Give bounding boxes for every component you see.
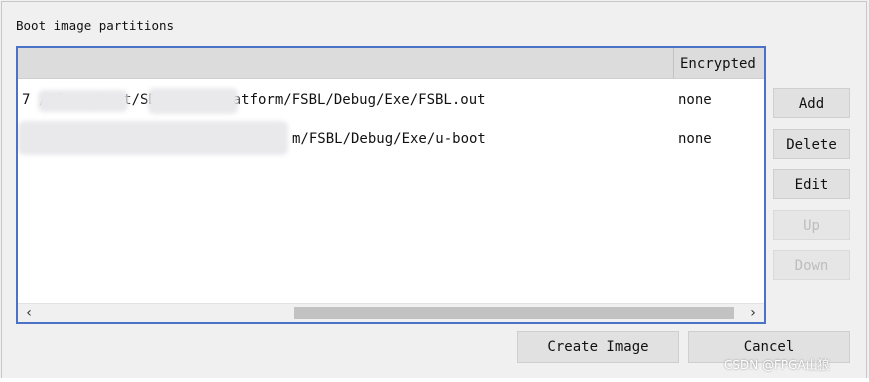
table-row[interactable]: m/FSBL/Debug/Exe/u-boot none bbox=[18, 121, 764, 155]
redacted-blur bbox=[148, 88, 238, 114]
edit-button[interactable]: Edit bbox=[773, 169, 850, 199]
add-button[interactable]: Add bbox=[773, 88, 850, 118]
scroll-right-icon[interactable]: › bbox=[744, 304, 762, 322]
column-header-encrypted[interactable]: Encrypted bbox=[680, 56, 756, 72]
down-button[interactable]: Down bbox=[773, 250, 850, 280]
encrypted-cell: none bbox=[678, 92, 712, 108]
delete-button[interactable]: Delete bbox=[773, 129, 850, 159]
table-row[interactable]: 7 /Linu _test/SDK/sd_1_platform/FSBL/Deb… bbox=[18, 88, 764, 116]
encrypted-cell: none bbox=[678, 131, 712, 147]
up-button[interactable]: Up bbox=[773, 210, 850, 240]
bottom-divider bbox=[0, 378, 869, 382]
redacted-blur bbox=[38, 90, 128, 112]
horizontal-scrollbar[interactable]: ‹ › bbox=[18, 303, 764, 322]
redacted-blur bbox=[18, 121, 288, 155]
column-separator[interactable] bbox=[673, 48, 674, 78]
scrollbar-thumb[interactable] bbox=[294, 307, 734, 319]
scroll-left-icon[interactable]: ‹ bbox=[20, 304, 38, 322]
create-image-button[interactable]: Create Image bbox=[517, 331, 679, 363]
partition-file-cell: m/FSBL/Debug/Exe/u-boot bbox=[292, 131, 486, 147]
watermark: CSDN @FPGA山狼 bbox=[724, 358, 830, 372]
section-title: Boot image partitions bbox=[16, 18, 175, 33]
table-header: Encrypted bbox=[18, 48, 764, 79]
partitions-table[interactable]: Encrypted 7 /Linu _test/SDK/sd_1_platfor… bbox=[16, 46, 766, 324]
